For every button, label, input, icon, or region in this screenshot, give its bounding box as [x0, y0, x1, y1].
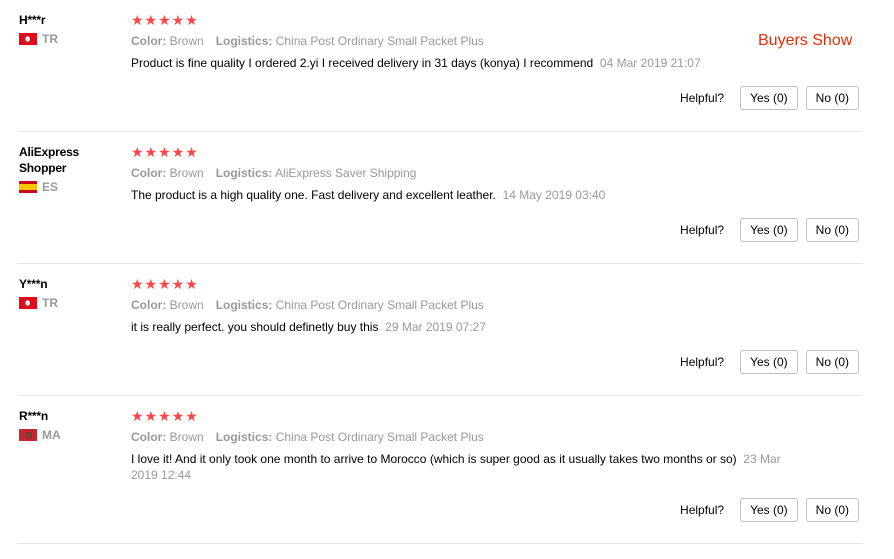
turkey-flag-icon — [19, 297, 37, 309]
logistics-value: China Post Ordinary Small Packet Plus — [275, 298, 484, 312]
divider — [18, 543, 862, 544]
review-date: 14 May 2019 03:40 — [502, 188, 606, 202]
review-content: it is really perfect. you should definet… — [131, 320, 379, 334]
helpful-voting: Helpful? Yes (0) No (0) — [680, 218, 859, 242]
review-user: Y***n TR — [19, 276, 119, 310]
reviewer-name: R***n — [19, 409, 49, 423]
reviewer-country: MA — [19, 428, 119, 442]
review-user: R***n MA — [19, 408, 119, 442]
country-code: TR — [42, 296, 58, 310]
helpful-label: Helpful? — [680, 223, 725, 237]
reviewer-name: Y***n — [19, 277, 48, 291]
review-content: Product is fine quality I ordered 2.yi I… — [131, 56, 594, 70]
logistics-value: China Post Ordinary Small Packet Plus — [275, 34, 484, 48]
review-body: ★★★★★ Color: Brown Logistics: China Post … — [131, 277, 791, 335]
color-value: Brown — [169, 430, 204, 444]
color-label: Color: — [131, 430, 167, 444]
helpful-label: Helpful? — [680, 91, 725, 105]
helpful-label: Helpful? — [680, 355, 725, 369]
spain-flag-icon — [19, 181, 37, 193]
turkey-flag-icon — [19, 33, 37, 45]
logistics-label: Logistics: — [215, 166, 273, 180]
review-body: ★★★★★ Color: Brown Logistics: China Post … — [131, 13, 791, 71]
helpful-voting: Helpful? Yes (0) No (0) — [680, 498, 859, 522]
country-code: TR — [42, 32, 58, 46]
reviewer-name: H***r — [19, 13, 46, 27]
helpful-no-button[interactable]: No (0) — [805, 218, 859, 242]
review-user: AliExpress Shopper ES — [19, 144, 119, 194]
reviewer-country: TR — [19, 32, 119, 46]
review-content: The product is a high quality one. Fast … — [131, 188, 496, 202]
review-meta: Color: Brown Logistics: China Post Ordina… — [131, 429, 791, 445]
review-date: 04 Mar 2019 21:07 — [599, 56, 701, 70]
star-rating: ★★★★★ — [131, 12, 199, 28]
review-meta: Color: Brown Logistics: China Post Ordina… — [131, 297, 791, 313]
helpful-yes-button[interactable]: Yes (0) — [740, 86, 798, 110]
helpful-no-button[interactable]: No (0) — [805, 86, 859, 110]
helpful-voting: Helpful? Yes (0) No (0) — [680, 350, 859, 374]
divider — [18, 131, 862, 132]
review-text: I love it! And it only took one month to… — [131, 451, 791, 483]
review-meta: Color: Brown Logistics: AliExpress Saver … — [131, 165, 791, 181]
color-label: Color: — [131, 34, 167, 48]
color-label: Color: — [131, 298, 167, 312]
review-meta: Color: Brown Logistics: China Post Ordina… — [131, 33, 791, 49]
color-label: Color: — [131, 166, 167, 180]
helpful-yes-button[interactable]: Yes (0) — [740, 350, 798, 374]
color-value: Brown — [169, 166, 204, 180]
divider — [18, 395, 862, 396]
review-body: ★★★★★ Color: Brown Logistics: China Post … — [131, 409, 791, 483]
reviewer-country: ES — [19, 180, 119, 194]
review-text: it is really perfect. you should definet… — [131, 319, 791, 335]
helpful-label: Helpful? — [680, 503, 725, 517]
star-rating: ★★★★★ — [131, 276, 199, 292]
logistics-label: Logistics: — [215, 298, 273, 312]
logistics-value: AliExpress Saver Shipping — [275, 166, 417, 180]
review-user: H***r TR — [19, 12, 119, 46]
logistics-label: Logistics: — [215, 430, 273, 444]
color-value: Brown — [169, 298, 204, 312]
logistics-value: China Post Ordinary Small Packet Plus — [275, 430, 484, 444]
review-text: Product is fine quality I ordered 2.yi I… — [131, 55, 791, 71]
review-body: ★★★★★ Color: Brown Logistics: AliExpress … — [131, 145, 791, 203]
reviewer-country: TR — [19, 296, 119, 310]
logistics-label: Logistics: — [215, 34, 273, 48]
divider — [18, 263, 862, 264]
helpful-yes-button[interactable]: Yes (0) — [740, 218, 798, 242]
review-content: I love it! And it only took one month to… — [131, 452, 737, 466]
morocco-flag-icon — [19, 429, 37, 441]
star-rating: ★★★★★ — [131, 408, 199, 424]
helpful-no-button[interactable]: No (0) — [805, 498, 859, 522]
review-text: The product is a high quality one. Fast … — [131, 187, 791, 203]
country-code: ES — [42, 180, 59, 194]
star-rating: ★★★★★ — [131, 144, 199, 160]
helpful-no-button[interactable]: No (0) — [805, 350, 859, 374]
helpful-voting: Helpful? Yes (0) No (0) — [680, 86, 859, 110]
helpful-yes-button[interactable]: Yes (0) — [740, 498, 798, 522]
reviewer-name: AliExpress Shopper — [19, 145, 80, 175]
review-date: 29 Mar 2019 07:27 — [385, 320, 486, 334]
country-code: MA — [42, 428, 61, 442]
color-value: Brown — [169, 34, 204, 48]
